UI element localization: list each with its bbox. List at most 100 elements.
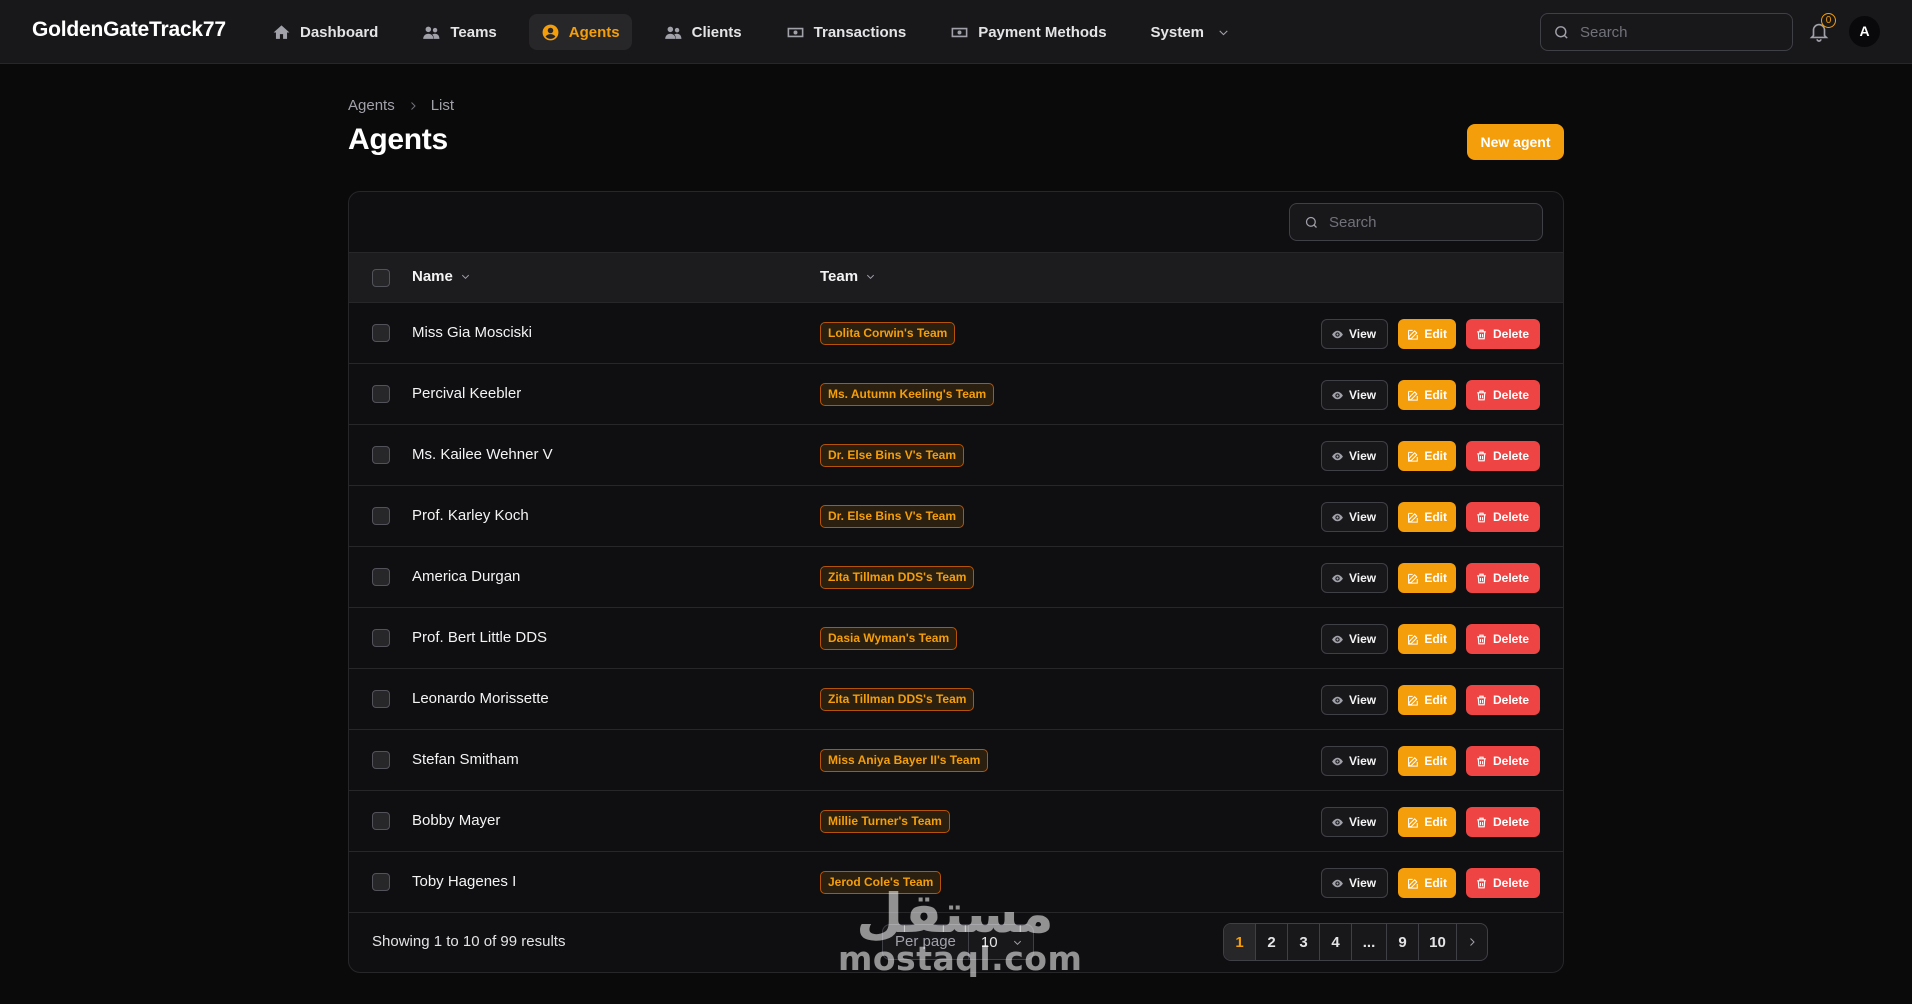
eye-icon [1332, 696, 1343, 704]
view-button[interactable]: View [1321, 563, 1388, 593]
nav-teams[interactable]: Teams [410, 14, 508, 50]
row-checkbox[interactable] [372, 690, 390, 708]
row-checkbox[interactable] [372, 751, 390, 769]
per-page-value[interactable]: 10 [969, 934, 1033, 951]
delete-button[interactable]: Delete [1466, 502, 1540, 532]
trash-icon [1477, 695, 1486, 705]
view-button[interactable]: View [1321, 868, 1388, 898]
page-button[interactable]: 2 [1256, 924, 1288, 960]
edit-label: Edit [1424, 327, 1447, 341]
view-button[interactable]: View [1321, 380, 1388, 410]
edit-label: Edit [1424, 510, 1447, 524]
edit-button[interactable]: Edit [1398, 624, 1456, 654]
team-badge: Jerod Cole's Team [820, 871, 942, 894]
edit-button[interactable]: Edit [1398, 685, 1456, 715]
delete-button[interactable]: Delete [1466, 441, 1540, 471]
nav-clients[interactable]: Clients [652, 14, 754, 50]
select-all-checkbox[interactable] [372, 269, 390, 287]
edit-button[interactable]: Edit [1398, 807, 1456, 837]
per-page-select[interactable]: Per page 10 [882, 924, 1034, 960]
delete-button[interactable]: Delete [1466, 807, 1540, 837]
nav-system-dropdown[interactable]: System [1139, 14, 1242, 50]
row-actions: View Edit Delete [1321, 746, 1540, 776]
row-checkbox[interactable] [372, 629, 390, 647]
row-checkbox[interactable] [372, 568, 390, 586]
row-checkbox[interactable] [372, 446, 390, 464]
row-actions: View Edit Delete [1321, 563, 1540, 593]
delete-button[interactable]: Delete [1466, 563, 1540, 593]
breadcrumb-current: List [430, 97, 455, 114]
page-button[interactable]: 10 [1419, 924, 1457, 960]
notifications-button[interactable]: 0 [1808, 13, 1836, 44]
edit-button[interactable]: Edit [1398, 746, 1456, 776]
nav-payment-methods[interactable]: Payment Methods [938, 14, 1118, 50]
breadcrumb-agents-link[interactable]: Agents [348, 97, 395, 114]
edit-button[interactable]: Edit [1398, 380, 1456, 410]
delete-label: Delete [1493, 327, 1530, 341]
view-button[interactable]: View [1321, 746, 1388, 776]
nav-transactions[interactable]: Transactions [774, 14, 919, 50]
view-button[interactable]: View [1321, 441, 1388, 471]
global-search[interactable] [1540, 13, 1793, 51]
chevron-down-icon [1219, 29, 1228, 35]
global-search-input[interactable] [1580, 23, 1780, 41]
row-checkbox[interactable] [372, 507, 390, 525]
view-button[interactable]: View [1321, 319, 1388, 349]
column-header-team[interactable]: Team [820, 268, 876, 285]
table-search-input[interactable] [1329, 213, 1528, 231]
app-title[interactable]: GoldenGateTrack77 [32, 18, 226, 42]
user-circle-icon [542, 24, 559, 40]
view-button[interactable]: View [1321, 624, 1388, 654]
edit-button[interactable]: Edit [1398, 319, 1456, 349]
page-button[interactable]: 1 [1224, 924, 1256, 960]
delete-button[interactable]: Delete [1466, 685, 1540, 715]
table-row: Miss Gia Mosciski Lolita Corwin's Team Vie… [349, 303, 1563, 364]
row-checkbox[interactable] [372, 385, 390, 403]
nav-label: Agents [568, 23, 620, 41]
page-button[interactable]: 3 [1288, 924, 1320, 960]
nav-dashboard[interactable]: Dashboard [260, 14, 390, 50]
delete-button[interactable]: Delete [1466, 319, 1540, 349]
delete-button[interactable]: Delete [1466, 624, 1540, 654]
delete-button[interactable]: Delete [1466, 746, 1540, 776]
page-button[interactable]: 4 [1320, 924, 1352, 960]
row-checkbox[interactable] [372, 873, 390, 891]
breadcrumb: Agents List [348, 97, 454, 114]
new-agent-button[interactable]: New agent [1467, 124, 1564, 160]
view-button[interactable]: View [1321, 685, 1388, 715]
user-avatar[interactable]: A [1849, 16, 1880, 47]
next-page-button[interactable] [1457, 924, 1487, 960]
eye-icon [1332, 757, 1343, 765]
view-label: View [1349, 449, 1377, 463]
banknote-icon [951, 27, 968, 37]
trash-icon [1477, 329, 1486, 339]
trash-icon [1477, 756, 1486, 766]
table-search[interactable] [1289, 203, 1543, 241]
edit-label: Edit [1424, 693, 1447, 707]
eye-icon [1332, 330, 1343, 338]
trash-icon [1477, 878, 1486, 888]
edit-button[interactable]: Edit [1398, 441, 1456, 471]
page-button[interactable]: 9 [1387, 924, 1419, 960]
team-badge: Lolita Corwin's Team [820, 322, 956, 345]
users-icon [664, 26, 682, 39]
chevron-down-icon [1013, 940, 1021, 945]
view-button[interactable]: View [1321, 502, 1388, 532]
view-button[interactable]: View [1321, 807, 1388, 837]
top-navbar: GoldenGateTrack77 Dashboard Teams Agents… [0, 0, 1912, 64]
table-footer: Showing 1 to 10 of 99 results Per page 1… [349, 913, 1563, 971]
column-header-name[interactable]: Name [412, 268, 471, 285]
edit-button[interactable]: Edit [1398, 868, 1456, 898]
eye-icon [1332, 635, 1343, 643]
team-badge: Ms. Autumn Keeling's Team [820, 383, 995, 406]
row-checkbox[interactable] [372, 324, 390, 342]
delete-button[interactable]: Delete [1466, 868, 1540, 898]
row-checkbox[interactable] [372, 812, 390, 830]
delete-button[interactable]: Delete [1466, 380, 1540, 410]
edit-button[interactable]: Edit [1398, 502, 1456, 532]
eye-icon [1332, 391, 1343, 399]
edit-icon [1408, 573, 1418, 584]
edit-icon [1408, 878, 1418, 889]
nav-agents[interactable]: Agents [528, 14, 632, 50]
edit-button[interactable]: Edit [1398, 563, 1456, 593]
